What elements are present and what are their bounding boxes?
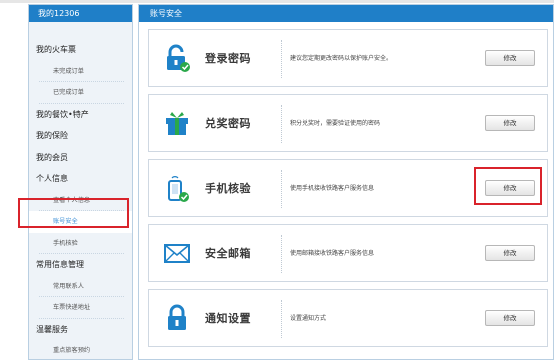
divider	[281, 105, 282, 143]
row-title: 安全邮箱	[205, 247, 251, 260]
sidebar-item-phone-verify[interactable]: 手机核验	[29, 233, 132, 255]
gift-icon	[163, 109, 191, 137]
sidebar-item-finished-orders[interactable]: 已完成订单	[29, 82, 132, 104]
divider	[281, 40, 282, 78]
highlight-box-account-security	[18, 198, 129, 228]
sidebar-header: 我的12306	[29, 5, 132, 22]
sidebar-item-my-tickets[interactable]: 我的火车票	[29, 39, 132, 61]
divider	[281, 170, 282, 208]
phone-icon	[163, 174, 191, 202]
modify-prize-password-button[interactable]: 修改	[485, 115, 535, 131]
row-description: 设置通知方式	[290, 315, 327, 322]
lock-icon	[163, 304, 191, 332]
sidebar-item-catering[interactable]: 我的餐饮•特产	[29, 104, 132, 126]
sidebar-item-unfinished-orders[interactable]: 未完成订单	[29, 61, 132, 83]
sidebar-item-delivery-address[interactable]: 车票快递地址	[29, 297, 132, 319]
security-row-secure-email: 安全邮箱 使用邮箱接收铁路客户服务信息 修改	[148, 224, 548, 282]
security-row-prize-password: 兑奖密码 积分兑奖时，需要验证使用的密码 修改	[148, 94, 548, 152]
security-row-login-password: 登录密码 建议您定期更改密码以保护账户安全。 修改	[148, 29, 548, 87]
highlight-box-phone-modify	[474, 167, 542, 205]
row-description: 建议您定期更改密码以保护账户安全。	[290, 55, 393, 62]
sidebar-item-contacts[interactable]: 常用联系人	[29, 276, 132, 298]
top-border	[0, 0, 554, 3]
row-description: 使用邮箱接收铁路客户服务信息	[290, 250, 375, 257]
modify-login-password-button[interactable]: 修改	[485, 50, 535, 66]
divider	[281, 235, 282, 273]
row-description: 积分兑奖时，需要验证使用的密码	[290, 120, 381, 127]
mail-icon	[163, 239, 191, 267]
sidebar-item-personal-info[interactable]: 个人信息	[29, 168, 132, 190]
sidebar-item-membership[interactable]: 我的会员	[29, 147, 132, 169]
sidebar-item-common-info[interactable]: 常用信息管理	[29, 254, 132, 276]
sidebar: 我的12306 我的火车票 未完成订单 已完成订单 我的餐饮•特产 我的保险 我…	[28, 4, 133, 360]
modify-notification-settings-button[interactable]: 修改	[485, 310, 535, 326]
security-row-notification-settings: 通知设置 设置通知方式 修改	[148, 289, 548, 347]
divider	[281, 300, 282, 338]
sidebar-item-insurance[interactable]: 我的保险	[29, 125, 132, 147]
sidebar-item-warm-service[interactable]: 温馨服务	[29, 319, 132, 341]
lock-icon	[163, 44, 191, 72]
sidebar-list: 我的火车票 未完成订单 已完成订单 我的餐饮•特产 我的保险 我的会员 个人信息…	[29, 22, 132, 360]
row-title: 通知设置	[205, 312, 251, 325]
row-title: 登录密码	[205, 52, 251, 65]
row-title: 手机核验	[205, 182, 251, 195]
modify-secure-email-button[interactable]: 修改	[485, 245, 535, 261]
page-title: 账号安全	[139, 5, 553, 22]
sidebar-item-priority-booking[interactable]: 重点旅客预约	[29, 340, 132, 360]
row-title: 兑奖密码	[205, 117, 251, 130]
row-description: 使用手机接收铁路客户服务信息	[290, 185, 375, 192]
